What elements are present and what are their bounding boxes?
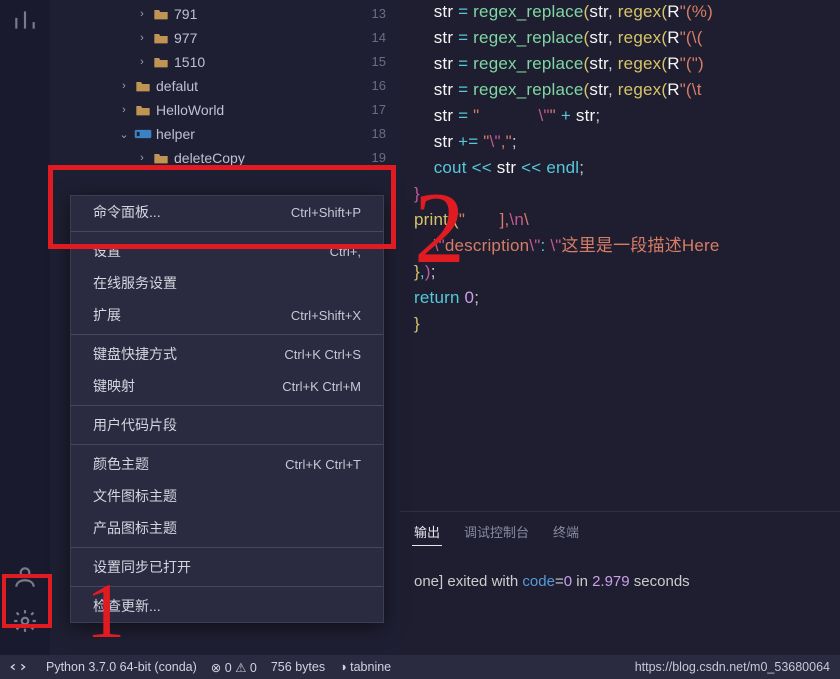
chevron-icon: › xyxy=(136,56,148,68)
folder-icon xyxy=(134,77,152,95)
menu-item[interactable]: 扩展 Ctrl+Shift+X xyxy=(71,299,383,331)
menu-shortcut: Ctrl+Shift+X xyxy=(291,308,361,323)
menu-separator xyxy=(71,547,383,548)
menu-item[interactable]: 设置同步已打开 xyxy=(71,551,383,583)
menu-separator xyxy=(71,231,383,232)
panel-tab[interactable]: 调试控制台 xyxy=(462,518,531,546)
chevron-icon: › xyxy=(136,32,148,44)
menu-label: 键映射 xyxy=(93,376,135,396)
menu-label: 扩展 xyxy=(93,305,121,325)
watermark: https://blog.csdn.net/m0_53680064 xyxy=(635,660,840,674)
tree-label: HelloWorld xyxy=(156,102,224,118)
menu-label: 用户代码片段 xyxy=(93,415,177,435)
tree-item[interactable]: › defalut xyxy=(50,74,400,98)
menu-shortcut: Ctrl+K Ctrl+M xyxy=(282,379,361,394)
menu-label: 检查更新... xyxy=(93,596,161,616)
folder-icon xyxy=(152,149,170,167)
line-number: 17 xyxy=(372,98,394,122)
folder-icon xyxy=(152,29,170,47)
menu-shortcut: Ctrl+K Ctrl+S xyxy=(284,347,361,362)
status-python[interactable]: Python 3.7.0 64-bit (conda) xyxy=(46,660,197,674)
menu-label: 设置 xyxy=(93,241,121,261)
tree-item[interactable]: › deleteCopy xyxy=(50,146,400,170)
tree-label: defalut xyxy=(156,78,198,94)
status-bytes[interactable]: 756 bytes xyxy=(271,660,325,674)
menu-item[interactable]: 文件图标主题 xyxy=(71,480,383,512)
menu-shortcut: Ctrl+Shift+P xyxy=(291,205,361,220)
chevron-icon: › xyxy=(118,80,130,92)
account-icon[interactable] xyxy=(11,563,39,591)
chevron-icon: › xyxy=(136,8,148,20)
status-tabnine[interactable]: ◑ tabnine xyxy=(339,660,391,674)
settings-context-menu: 命令面板... Ctrl+Shift+P 设置 Ctrl+, 在线服务设置扩展 Ctrl+… xyxy=(70,195,384,623)
tree-item[interactable]: › 1510 xyxy=(50,50,400,74)
menu-item[interactable]: 检查更新... xyxy=(71,590,383,622)
line-number: 14 xyxy=(372,26,394,50)
menu-item[interactable]: 颜色主题 Ctrl+K Ctrl+T xyxy=(71,448,383,480)
line-number: 19 xyxy=(372,146,394,170)
activity-bar xyxy=(0,0,50,679)
menu-item[interactable]: 产品图标主题 xyxy=(71,512,383,544)
tree-item[interactable]: ⌄ helper xyxy=(50,122,400,146)
bottom-panel: 输出调试控制台终端 one] exited with code=0 in 2.9… xyxy=(400,511,840,679)
panel-tab[interactable]: 输出 xyxy=(412,518,442,546)
tree-item[interactable]: › 791 xyxy=(50,2,400,26)
menu-label: 文件图标主题 xyxy=(93,486,177,506)
folder-icon xyxy=(152,5,170,23)
tree-label: helper xyxy=(156,126,195,142)
menu-label: 产品图标主题 xyxy=(93,518,177,538)
menu-shortcut: Ctrl+, xyxy=(330,244,361,259)
module-icon xyxy=(134,125,152,143)
tree-item[interactable]: › HelloWorld xyxy=(50,98,400,122)
tree-label: 977 xyxy=(174,30,197,46)
menu-separator xyxy=(71,334,383,335)
code-editor[interactable]: str = regex_replace(str, regex(R"(%) str… xyxy=(400,0,840,511)
editor-area: str = regex_replace(str, regex(R"(%) str… xyxy=(400,0,840,679)
menu-item[interactable]: 设置 Ctrl+, xyxy=(71,235,383,267)
menu-label: 命令面板... xyxy=(93,202,161,222)
status-bar: Python 3.7.0 64-bit (conda) ⊗ 0 ⚠ 0 756 … xyxy=(0,655,840,679)
status-errors[interactable]: ⊗ 0 ⚠ 0 xyxy=(211,660,257,675)
menu-separator xyxy=(71,586,383,587)
panel-tab[interactable]: 终端 xyxy=(551,518,581,546)
tree-item[interactable]: › 977 xyxy=(50,26,400,50)
chevron-icon: › xyxy=(136,152,148,164)
chevron-icon: ⌄ xyxy=(118,128,130,141)
menu-label: 在线服务设置 xyxy=(93,273,177,293)
remote-icon[interactable] xyxy=(0,655,36,679)
menu-item[interactable]: 在线服务设置 xyxy=(71,267,383,299)
menu-item[interactable]: 键盘快捷方式 Ctrl+K Ctrl+S xyxy=(71,338,383,370)
menu-separator xyxy=(71,444,383,445)
menu-label: 键盘快捷方式 xyxy=(93,344,177,364)
tree-label: 791 xyxy=(174,6,197,22)
line-number: 15 xyxy=(372,50,394,74)
graph-icon[interactable] xyxy=(11,6,39,34)
menu-item[interactable]: 键映射 Ctrl+K Ctrl+M xyxy=(71,370,383,402)
folder-icon xyxy=(134,101,152,119)
menu-shortcut: Ctrl+K Ctrl+T xyxy=(285,457,361,472)
gear-icon[interactable] xyxy=(11,607,39,635)
menu-label: 颜色主题 xyxy=(93,454,149,474)
chevron-icon: › xyxy=(118,104,130,116)
menu-label: 设置同步已打开 xyxy=(93,557,191,577)
folder-icon xyxy=(152,53,170,71)
menu-item[interactable]: 命令面板... Ctrl+Shift+P xyxy=(71,196,383,228)
menu-item[interactable]: 用户代码片段 xyxy=(71,409,383,441)
menu-separator xyxy=(71,405,383,406)
tree-label: 1510 xyxy=(174,54,205,70)
tree-label: deleteCopy xyxy=(174,150,245,166)
line-number: 18 xyxy=(372,122,394,146)
line-number: 16 xyxy=(372,74,394,98)
line-number: 13 xyxy=(372,2,394,26)
